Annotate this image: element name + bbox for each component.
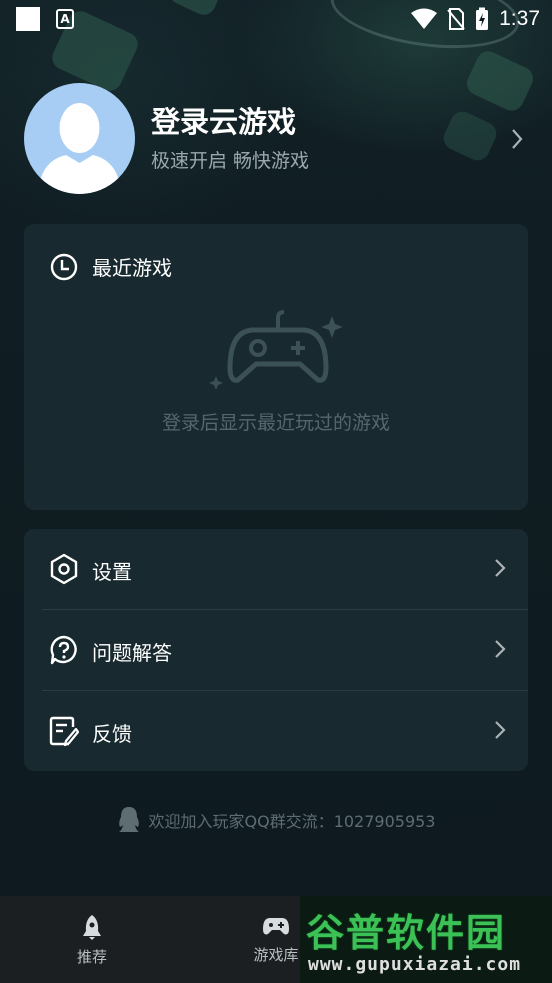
menu-item-label: 反馈: [92, 722, 132, 746]
tab-recommend[interactable]: 推荐: [42, 914, 142, 967]
square-icon: [16, 7, 40, 31]
menu-card: 设置 问题解答 反馈: [24, 529, 528, 771]
menu-item-feedback[interactable]: 反馈: [24, 691, 528, 771]
menu-item-label: 设置: [92, 560, 132, 584]
tab-label: 推荐: [76, 948, 107, 966]
recent-games-card: 最近游戏 登录后显示最近玩过的游戏: [24, 224, 528, 510]
rocket-icon: [83, 915, 101, 940]
menu-item-settings[interactable]: 设置: [24, 529, 528, 609]
gamepad-icon: [263, 918, 289, 935]
help-bubble-icon: [50, 635, 77, 665]
status-bar: A 1:37: [0, 0, 552, 40]
qq-group-info: 欢迎加入玩家QQ群交流：1027905953: [0, 806, 552, 834]
wifi-icon: [411, 8, 438, 29]
clock: 1:37: [499, 7, 540, 30]
login-title: 登录云游戏: [151, 104, 297, 139]
chevron-right-icon: [495, 721, 506, 739]
no-sim-icon: [447, 8, 465, 30]
site-watermark: 谷普软件园 www.gupuxiazai.com: [300, 896, 552, 983]
menu-item-label: 问题解答: [92, 641, 172, 665]
gamepad-placeholder-icon: [209, 310, 343, 390]
battery-charging-icon: [476, 7, 489, 30]
clock-icon: [50, 253, 78, 280]
avatar[interactable]: [24, 82, 135, 194]
login-profile-header[interactable]: 登录云游戏 极速开启 畅快游戏: [24, 82, 534, 194]
tab-label: 游戏库: [253, 946, 299, 964]
menu-item-faq[interactable]: 问题解答: [24, 610, 528, 690]
login-subtitle: 极速开启 畅快游戏: [151, 149, 310, 172]
recent-games-empty-text: 登录后显示最近玩过的游戏: [161, 412, 390, 434]
default-user-icon: [38, 102, 121, 194]
settings-hexagon-icon: [50, 553, 78, 585]
qq-group-text: 欢迎加入玩家QQ群交流：1027905953: [148, 812, 436, 831]
recent-games-title: 最近游戏: [92, 256, 172, 280]
chevron-right-icon: [495, 640, 506, 658]
qq-penguin-icon: [118, 807, 139, 832]
watermark-title: 谷普软件园: [306, 911, 507, 955]
chevron-right-icon: [495, 559, 506, 577]
chevron-right-icon: [512, 129, 523, 149]
feedback-edit-icon: [49, 716, 79, 747]
watermark-url: www.gupuxiazai.com: [308, 954, 522, 975]
a-accessibility-icon: A: [56, 9, 74, 29]
